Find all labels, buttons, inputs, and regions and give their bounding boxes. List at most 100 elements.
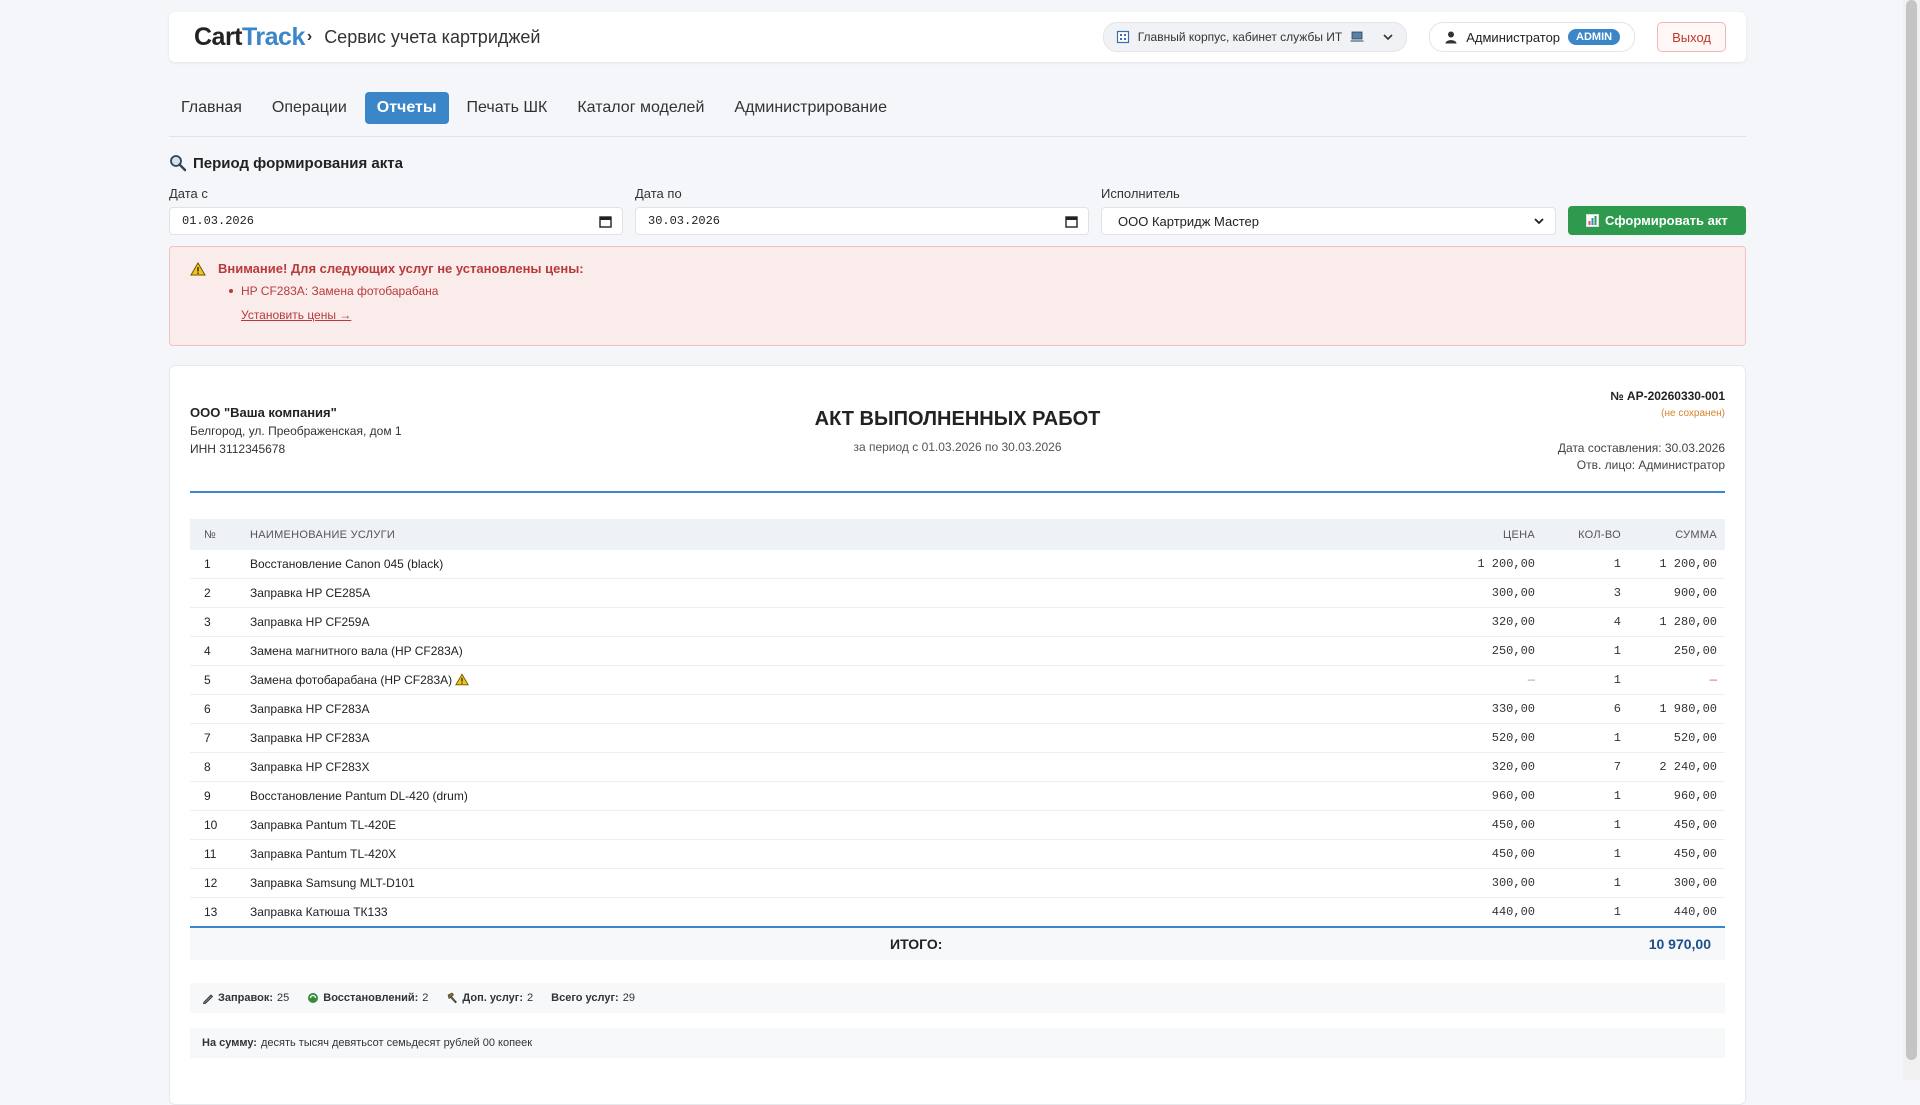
stat-total-label: Всего услуг: <box>551 992 619 1004</box>
table-row: 6 Заправка HP CF283A 330,00 6 1 980,00 <box>190 694 1725 724</box>
brand-logo[interactable]: CartTrack <box>194 23 305 52</box>
row-price-text: 440,00 <box>1491 905 1535 919</box>
row-name: Заправка HP CF283X <box>242 752 1417 782</box>
row-qty-text: 1 <box>1613 876 1621 890</box>
tab-operations[interactable]: Операции <box>260 92 359 124</box>
executor-label: Исполнитель <box>1101 186 1180 201</box>
row-num: 1 <box>190 550 242 579</box>
table-row: 10 Заправка Pantum TL-420E 450,00 1 450,00 <box>190 810 1725 840</box>
row-qty: 1 <box>1543 550 1629 579</box>
date-from-field: Дата с 01.03.2026 <box>169 186 623 235</box>
row-name-text: Заправка HP CF283A <box>250 731 370 745</box>
row-sum-text: 450,00 <box>1673 818 1717 832</box>
location-selector[interactable]: Главный корпус, кабинет службы ИТ <box>1102 22 1408 52</box>
row-sum: 450,00 <box>1629 810 1725 840</box>
table-row: 7 Заправка HP CF283A 520,00 1 520,00 <box>190 723 1725 753</box>
stat-refills-value: 25 <box>277 992 290 1004</box>
generate-act-label: Сформировать акт <box>1605 213 1728 228</box>
words-value: десять тысяч девятьсот семьдесят рублей … <box>260 1037 533 1049</box>
row-num-text: 6 <box>204 702 211 716</box>
date-to-input[interactable]: 30.03.2026 <box>635 207 1089 235</box>
row-name-text: Заправка Катюша ТК133 <box>250 905 388 919</box>
row-sum: 450,00 <box>1629 839 1725 869</box>
row-sum-text: 2 240,00 <box>1659 760 1717 774</box>
calendar-icon[interactable] <box>1065 215 1078 228</box>
set-prices-link[interactable]: Установить цены → <box>241 308 351 322</box>
alert-title: Внимание! Для следующих услуг не установ… <box>218 261 584 276</box>
logout-button[interactable]: Выход <box>1657 22 1726 52</box>
tab-reports[interactable]: Отчеты <box>364 92 449 124</box>
col-qty: КОЛ-ВО <box>1543 519 1629 550</box>
stat-restores: Восстановлений: 2 <box>307 992 428 1004</box>
row-name: Замена фотобарабана (HP CF283A) <box>242 665 1417 695</box>
row-num: 12 <box>190 868 242 898</box>
stat-restores-value: 2 <box>422 992 429 1004</box>
row-sum: 2 240,00 <box>1629 752 1725 782</box>
row-price-text: 320,00 <box>1491 760 1535 774</box>
row-sum: 520,00 <box>1629 723 1725 753</box>
total-row: ИТОГО: 10 970,00 <box>190 928 1725 960</box>
row-name-text: Заправка HP CF283A <box>250 702 370 716</box>
row-qty-text: 1 <box>1613 673 1621 687</box>
date-from-input[interactable]: 01.03.2026 <box>169 207 623 235</box>
col-num: № <box>190 519 242 550</box>
executor-value: ООО Картридж Мастер <box>1118 213 1260 229</box>
act-date: Дата составления: 30.03.2026 <box>1557 441 1725 455</box>
row-price-text: 520,00 <box>1491 731 1535 745</box>
row-num-text: 10 <box>204 818 218 832</box>
row-num-text: 8 <box>204 760 211 774</box>
row-name: Восстановление Canon 045 (black) <box>242 550 1417 579</box>
table-row: 11 Заправка Pantum TL-420X 450,00 1 450,00 <box>190 839 1725 869</box>
recycle-icon <box>308 993 319 1003</box>
tab-home[interactable]: Главная <box>169 92 254 124</box>
row-sum-text: 300,00 <box>1673 876 1717 890</box>
scrollbar[interactable] <box>1903 0 1920 1080</box>
row-sum: 1 980,00 <box>1629 694 1725 724</box>
row-qty: 1 <box>1543 636 1629 666</box>
save-status: (не сохранен) <box>1661 408 1725 419</box>
row-sum-text: 960,00 <box>1673 789 1717 803</box>
row-name: Заправка Samsung MLT-D101 <box>242 868 1417 898</box>
row-price-text: 250,00 <box>1491 644 1535 658</box>
row-num: 6 <box>190 694 242 724</box>
user-menu[interactable]: Администратор ADMIN <box>1429 22 1636 52</box>
chart-icon <box>1586 214 1599 227</box>
row-sum-text: — <box>1709 673 1717 687</box>
row-sum-text: 440,00 <box>1673 905 1717 919</box>
warning-icon <box>455 673 470 686</box>
row-qty: 6 <box>1543 694 1629 724</box>
row-qty: 4 <box>1543 607 1629 637</box>
bullet-icon <box>229 289 233 293</box>
table-header-row: № НАИМЕНОВАНИЕ УСЛУГИ ЦЕНА КОЛ-ВО СУММА <box>190 519 1725 550</box>
row-qty-text: 1 <box>1613 644 1621 658</box>
user-icon <box>1445 31 1457 44</box>
row-num: 13 <box>190 897 242 928</box>
executor-select[interactable]: ООО Картридж Мастер <box>1101 207 1556 235</box>
tab-administration[interactable]: Администрирование <box>722 92 899 124</box>
section-title-text: Период формирования акта <box>193 154 403 172</box>
calendar-icon[interactable] <box>599 215 612 228</box>
table-row: 2 Заправка HP CE285A 300,00 3 900,00 <box>190 578 1725 608</box>
scrollbar-thumb[interactable] <box>1906 0 1917 1060</box>
table-row: 4 Замена магнитного вала (HP CF283A) 250,0… <box>190 636 1725 666</box>
row-qty: 3 <box>1543 578 1629 608</box>
row-price: 960,00 <box>1417 781 1543 811</box>
date-from-value: 01.03.2026 <box>182 214 255 228</box>
row-name: Заправка Pantum TL-420X <box>242 839 1417 869</box>
row-qty: 7 <box>1543 752 1629 782</box>
generate-act-button[interactable]: Сформировать акт <box>1568 206 1746 235</box>
top-header: CartTrack › Сервис учета картриджей Глав… <box>169 12 1746 62</box>
row-name-text: Восстановление Pantum DL-420 (drum) <box>250 789 468 803</box>
row-name-text: Заправка HP CF283X <box>250 760 370 774</box>
tab-barcode-print[interactable]: Печать ШК <box>455 92 560 124</box>
page: CartTrack › Сервис учета картриджей Глав… <box>169 12 1746 1105</box>
row-price-text: — <box>1527 673 1535 687</box>
date-from-label: Дата с <box>169 186 208 201</box>
search-icon <box>170 155 187 172</box>
row-sum: 900,00 <box>1629 578 1725 608</box>
stat-extra-label: Доп. услуг: <box>462 992 524 1004</box>
amount-in-words: На сумму: десять тысяч девятьсот семьдес… <box>190 1028 1725 1058</box>
row-qty-text: 3 <box>1613 586 1621 600</box>
hammer-icon <box>448 992 458 1004</box>
tab-model-catalog[interactable]: Каталог моделей <box>565 92 716 124</box>
